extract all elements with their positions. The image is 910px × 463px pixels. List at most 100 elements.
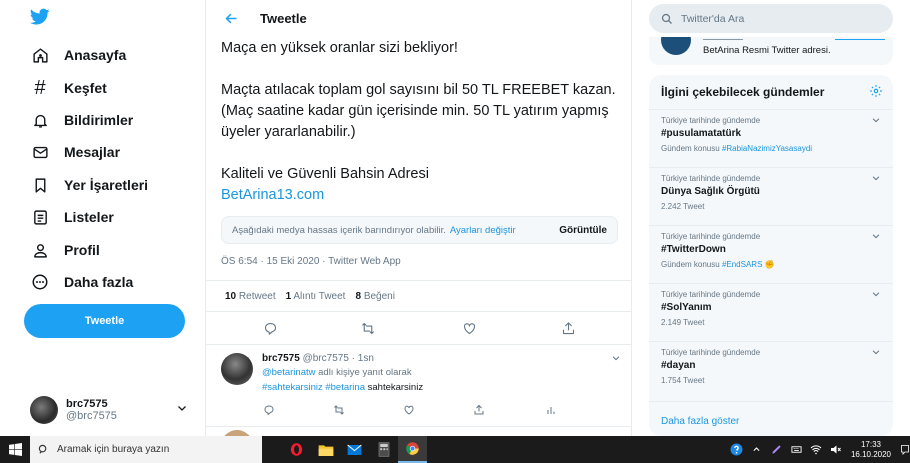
pen-icon[interactable] [769,443,783,457]
nav-label-lists: Listeler [64,209,114,225]
sensitive-media-text: Aşağıdaki medya hassas içerik barındırıy… [232,224,446,236]
nav-item-lists[interactable]: Listeler [30,205,114,229]
twitter-bird-icon[interactable] [30,8,50,26]
person-icon [30,240,50,260]
keyboard-layout-icon[interactable] [789,443,803,457]
gear-icon[interactable] [869,84,883,98]
like-count-value: 8 [355,291,362,302]
nav-label-explore: Keşfet [64,80,107,96]
chevron-down-icon[interactable] [871,115,881,125]
divider [206,426,631,427]
retweet-count-label: Retweet [238,291,276,302]
file-explorer-icon[interactable] [311,436,340,463]
follow-button-fragment[interactable] [835,39,885,40]
reply-body: sahtekarsiniz [367,382,424,393]
trend-related-link[interactable]: #RabiaNazimizYasasaydi [722,144,812,153]
chevron-down-icon[interactable] [871,173,881,183]
trend-meta: Gündem konusu #EndSARS ✊ [661,260,775,269]
trend-item[interactable]: Türkiye tarihinde gündemde #TwitterDown … [649,225,893,283]
chrome-icon[interactable] [398,436,427,463]
account-handle: @brc7575 [66,410,117,422]
tweet-stats: 10 Retweet 1 Alıntı Tweet 8 Beğeni [225,291,395,302]
taskbar-search-box[interactable]: Aramak için buraya yazın [30,436,262,463]
taskbar-search-placeholder: Aramak için buraya yazın [57,444,170,455]
divider [206,280,631,281]
nav-item-profile[interactable]: Profil [30,238,100,262]
nav-item-notifications[interactable]: Bildirimler [30,108,133,132]
retweet-count[interactable]: 10 Retweet [225,291,276,302]
tweet-url-link[interactable]: BetArina13.com [221,185,621,206]
reply-mention-link[interactable]: @betarinatw [262,367,315,378]
nav-item-home[interactable]: Anasayfa [30,43,126,67]
promo-bio: BetArina Resmi Twitter adresi. [703,45,831,56]
chevron-down-icon[interactable] [871,231,881,241]
volume-icon[interactable] [829,443,843,457]
promoted-account-card[interactable]: BetArina Resmi Twitter adresi. [649,37,893,65]
chevron-down-icon[interactable] [871,347,881,357]
divider [649,401,893,402]
windows-start-icon[interactable] [0,436,30,463]
nav-label-profile: Profil [64,242,100,258]
divider [206,344,631,345]
trend-item[interactable]: Türkiye tarihinde gündemde #pusulamatatü… [649,109,893,167]
mail-app-icon[interactable] [340,436,369,463]
chevron-up-icon[interactable] [749,443,763,457]
notification-center-icon[interactable] [900,436,910,463]
nav-item-messages[interactable]: Mesajlar [30,140,120,164]
show-more-link[interactable]: Daha fazla göster [661,416,739,427]
calculator-icon[interactable] [369,436,398,463]
nav-item-bookmarks[interactable]: Yer İşaretleri [30,173,148,197]
reply-context-text: adlı kişiye yanıt olarak [318,367,412,378]
nav-item-explore[interactable]: # Keşfet [30,76,107,100]
nav-item-more[interactable]: Daha fazla [30,270,133,294]
nav-label-more: Daha fazla [64,274,134,290]
reply-actions [262,403,562,417]
trend-meta-text: Gündem konusu [661,260,720,269]
opera-icon[interactable] [282,436,311,463]
chevron-down-icon[interactable] [871,289,881,299]
tweet-paragraph: Kaliteli ve Güvenli Bahsin Adresi [221,166,429,182]
reply-icon[interactable] [262,403,276,417]
bookmark-icon [30,175,50,195]
change-settings-link[interactable]: Ayarları değiştir [450,225,516,236]
tweet-actions [206,318,631,342]
trend-context: Türkiye tarihinde gündemde [661,290,761,299]
reply-hashtags[interactable]: #sahtekarsiniz #betarina [262,382,365,393]
show-media-button[interactable]: Görüntüle [559,225,607,236]
system-clock[interactable]: 17:33 16.10.2020 [846,440,896,460]
trend-name: #dayan [661,360,696,371]
analytics-icon[interactable] [544,403,558,417]
trend-name: #SolYanım [661,302,712,313]
like-heart-icon[interactable] [402,403,416,417]
reply-header: brc7575 @brc7575 · 1sn [262,353,374,364]
tweet-timestamp[interactable]: ÖS 6:54 · 15 Eki 2020 · Twitter Web App [221,256,401,267]
wifi-icon[interactable] [809,443,823,457]
reply-author-handle: @brc7575 · 1sn [302,353,374,364]
reply-icon[interactable] [260,318,280,338]
share-icon[interactable] [472,403,486,417]
nav-label-home: Anasayfa [64,47,127,63]
trend-related-link[interactable]: #EndSARS [722,260,762,269]
trend-item[interactable]: Türkiye tarihinde gündemde Dünya Sağlık … [649,167,893,225]
help-icon[interactable] [729,443,743,457]
reply-text: #sahtekarsiniz #betarina sahtekarsiniz [262,382,423,393]
trend-item[interactable]: Türkiye tarihinde gündemde #dayan 1.754 … [649,341,893,399]
reply-author-name[interactable]: brc7575 [262,353,300,364]
account-switcher[interactable]: brc7575 @brc7575 [30,392,200,428]
like-count[interactable]: 8 Beğeni [355,291,394,302]
retweet-icon[interactable] [358,318,378,338]
account-info: brc7575 @brc7575 [66,398,117,422]
like-heart-icon[interactable] [459,318,479,338]
share-icon[interactable] [558,318,578,338]
chevron-down-icon[interactable] [611,353,621,363]
retweet-icon[interactable] [332,403,346,417]
search-box[interactable] [649,4,893,33]
avatar[interactable] [221,353,253,385]
tweet-button[interactable]: Tweetle [24,304,185,338]
trends-panel: İlgini çekebilecek gündemler Türkiye tar… [649,75,893,436]
back-arrow-icon[interactable] [222,10,240,28]
tweet-paragraph: Maça en yüksek oranlar sizi bekliyor! [221,40,458,56]
search-input[interactable] [681,12,881,25]
trend-item[interactable]: Türkiye tarihinde gündemde #SolYanım 2.1… [649,283,893,341]
quote-count[interactable]: 1 Alıntı Tweet [286,291,346,302]
